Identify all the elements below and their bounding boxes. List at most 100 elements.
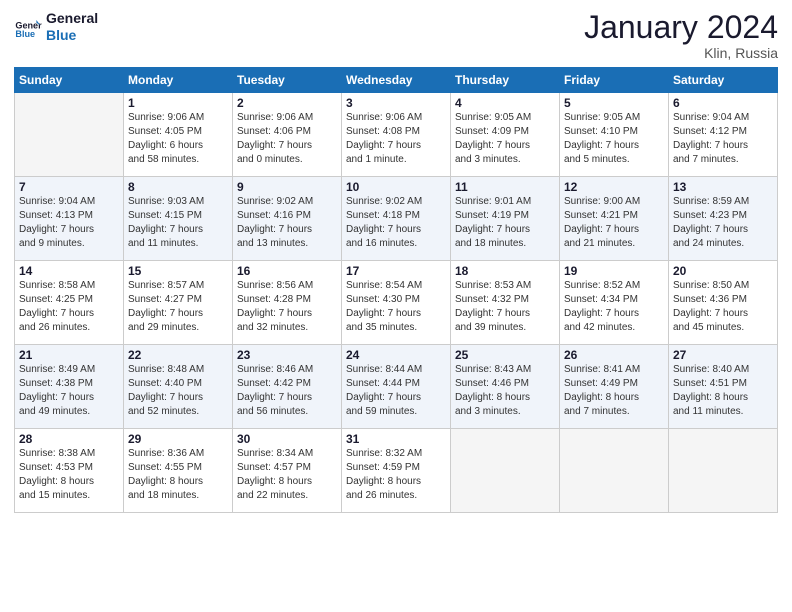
- day-detail: Sunrise: 8:57 AMSunset: 4:27 PMDaylight:…: [128, 279, 228, 335]
- table-row: 12Sunrise: 9:00 AMSunset: 4:21 PMDayligh…: [560, 177, 669, 261]
- day-detail: Sunrise: 9:05 AMSunset: 4:09 PMDaylight:…: [455, 111, 555, 167]
- day-detail: Sunrise: 8:43 AMSunset: 4:46 PMDaylight:…: [455, 363, 555, 419]
- table-row: [15, 93, 124, 177]
- page: General Blue General Blue January 2024 K…: [0, 0, 792, 612]
- day-detail: Sunrise: 8:58 AMSunset: 4:25 PMDaylight:…: [19, 279, 119, 335]
- table-row: 6Sunrise: 9:04 AMSunset: 4:12 PMDaylight…: [669, 93, 778, 177]
- day-detail: Sunrise: 8:50 AMSunset: 4:36 PMDaylight:…: [673, 279, 773, 335]
- title-block: January 2024 Klin, Russia: [584, 10, 778, 61]
- logo-general: General: [46, 10, 98, 27]
- day-number: 26: [564, 348, 664, 362]
- table-row: 28Sunrise: 8:38 AMSunset: 4:53 PMDayligh…: [15, 429, 124, 513]
- day-detail: Sunrise: 9:05 AMSunset: 4:10 PMDaylight:…: [564, 111, 664, 167]
- day-number: 16: [237, 264, 337, 278]
- day-detail: Sunrise: 8:38 AMSunset: 4:53 PMDaylight:…: [19, 447, 119, 503]
- day-detail: Sunrise: 9:06 AMSunset: 4:06 PMDaylight:…: [237, 111, 337, 167]
- day-detail: Sunrise: 8:52 AMSunset: 4:34 PMDaylight:…: [564, 279, 664, 335]
- day-detail: Sunrise: 9:01 AMSunset: 4:19 PMDaylight:…: [455, 195, 555, 251]
- day-number: 31: [346, 432, 446, 446]
- day-detail: Sunrise: 8:44 AMSunset: 4:44 PMDaylight:…: [346, 363, 446, 419]
- day-detail: Sunrise: 8:48 AMSunset: 4:40 PMDaylight:…: [128, 363, 228, 419]
- table-row: [560, 429, 669, 513]
- day-number: 17: [346, 264, 446, 278]
- table-row: 13Sunrise: 8:59 AMSunset: 4:23 PMDayligh…: [669, 177, 778, 261]
- day-detail: Sunrise: 9:02 AMSunset: 4:16 PMDaylight:…: [237, 195, 337, 251]
- day-number: 5: [564, 96, 664, 110]
- table-row: 31Sunrise: 8:32 AMSunset: 4:59 PMDayligh…: [342, 429, 451, 513]
- table-row: [451, 429, 560, 513]
- calendar-week-row: 1Sunrise: 9:06 AMSunset: 4:05 PMDaylight…: [15, 93, 778, 177]
- day-number: 22: [128, 348, 228, 362]
- day-number: 27: [673, 348, 773, 362]
- table-row: 8Sunrise: 9:03 AMSunset: 4:15 PMDaylight…: [124, 177, 233, 261]
- table-row: 9Sunrise: 9:02 AMSunset: 4:16 PMDaylight…: [233, 177, 342, 261]
- day-detail: Sunrise: 9:03 AMSunset: 4:15 PMDaylight:…: [128, 195, 228, 251]
- day-number: 7: [19, 180, 119, 194]
- day-number: 24: [346, 348, 446, 362]
- calendar-week-row: 14Sunrise: 8:58 AMSunset: 4:25 PMDayligh…: [15, 261, 778, 345]
- day-detail: Sunrise: 8:40 AMSunset: 4:51 PMDaylight:…: [673, 363, 773, 419]
- day-header: Monday: [124, 68, 233, 93]
- table-row: 2Sunrise: 9:06 AMSunset: 4:06 PMDaylight…: [233, 93, 342, 177]
- day-number: 29: [128, 432, 228, 446]
- day-detail: Sunrise: 9:04 AMSunset: 4:13 PMDaylight:…: [19, 195, 119, 251]
- day-detail: Sunrise: 8:34 AMSunset: 4:57 PMDaylight:…: [237, 447, 337, 503]
- day-number: 13: [673, 180, 773, 194]
- logo: General Blue General Blue: [14, 10, 98, 44]
- day-header: Wednesday: [342, 68, 451, 93]
- day-detail: Sunrise: 9:04 AMSunset: 4:12 PMDaylight:…: [673, 111, 773, 167]
- logo-blue: Blue: [46, 27, 98, 44]
- table-row: 22Sunrise: 8:48 AMSunset: 4:40 PMDayligh…: [124, 345, 233, 429]
- table-row: 15Sunrise: 8:57 AMSunset: 4:27 PMDayligh…: [124, 261, 233, 345]
- table-row: 16Sunrise: 8:56 AMSunset: 4:28 PMDayligh…: [233, 261, 342, 345]
- day-number: 10: [346, 180, 446, 194]
- calendar-week-row: 7Sunrise: 9:04 AMSunset: 4:13 PMDaylight…: [15, 177, 778, 261]
- logo-icon: General Blue: [14, 13, 42, 41]
- day-number: 19: [564, 264, 664, 278]
- day-number: 28: [19, 432, 119, 446]
- day-header: Friday: [560, 68, 669, 93]
- day-detail: Sunrise: 9:06 AMSunset: 4:08 PMDaylight:…: [346, 111, 446, 167]
- day-number: 18: [455, 264, 555, 278]
- day-detail: Sunrise: 8:56 AMSunset: 4:28 PMDaylight:…: [237, 279, 337, 335]
- table-row: 18Sunrise: 8:53 AMSunset: 4:32 PMDayligh…: [451, 261, 560, 345]
- day-detail: Sunrise: 9:02 AMSunset: 4:18 PMDaylight:…: [346, 195, 446, 251]
- header: General Blue General Blue January 2024 K…: [14, 10, 778, 61]
- day-header: Tuesday: [233, 68, 342, 93]
- day-number: 1: [128, 96, 228, 110]
- day-number: 25: [455, 348, 555, 362]
- day-number: 3: [346, 96, 446, 110]
- table-row: 20Sunrise: 8:50 AMSunset: 4:36 PMDayligh…: [669, 261, 778, 345]
- day-header: Sunday: [15, 68, 124, 93]
- day-number: 12: [564, 180, 664, 194]
- day-number: 8: [128, 180, 228, 194]
- table-row: 3Sunrise: 9:06 AMSunset: 4:08 PMDaylight…: [342, 93, 451, 177]
- table-row: 23Sunrise: 8:46 AMSunset: 4:42 PMDayligh…: [233, 345, 342, 429]
- calendar-header-row: SundayMondayTuesdayWednesdayThursdayFrid…: [15, 68, 778, 93]
- table-row: 21Sunrise: 8:49 AMSunset: 4:38 PMDayligh…: [15, 345, 124, 429]
- day-number: 30: [237, 432, 337, 446]
- day-detail: Sunrise: 9:00 AMSunset: 4:21 PMDaylight:…: [564, 195, 664, 251]
- day-number: 20: [673, 264, 773, 278]
- day-number: 21: [19, 348, 119, 362]
- day-detail: Sunrise: 8:53 AMSunset: 4:32 PMDaylight:…: [455, 279, 555, 335]
- table-row: 25Sunrise: 8:43 AMSunset: 4:46 PMDayligh…: [451, 345, 560, 429]
- day-header: Saturday: [669, 68, 778, 93]
- table-row: 1Sunrise: 9:06 AMSunset: 4:05 PMDaylight…: [124, 93, 233, 177]
- table-row: 4Sunrise: 9:05 AMSunset: 4:09 PMDaylight…: [451, 93, 560, 177]
- day-header: Thursday: [451, 68, 560, 93]
- calendar-table: SundayMondayTuesdayWednesdayThursdayFrid…: [14, 67, 778, 513]
- day-number: 14: [19, 264, 119, 278]
- table-row: 14Sunrise: 8:58 AMSunset: 4:25 PMDayligh…: [15, 261, 124, 345]
- table-row: 27Sunrise: 8:40 AMSunset: 4:51 PMDayligh…: [669, 345, 778, 429]
- table-row: 30Sunrise: 8:34 AMSunset: 4:57 PMDayligh…: [233, 429, 342, 513]
- day-number: 2: [237, 96, 337, 110]
- table-row: 19Sunrise: 8:52 AMSunset: 4:34 PMDayligh…: [560, 261, 669, 345]
- day-detail: Sunrise: 9:06 AMSunset: 4:05 PMDaylight:…: [128, 111, 228, 167]
- day-number: 11: [455, 180, 555, 194]
- day-detail: Sunrise: 8:32 AMSunset: 4:59 PMDaylight:…: [346, 447, 446, 503]
- table-row: 5Sunrise: 9:05 AMSunset: 4:10 PMDaylight…: [560, 93, 669, 177]
- table-row: 11Sunrise: 9:01 AMSunset: 4:19 PMDayligh…: [451, 177, 560, 261]
- table-row: 17Sunrise: 8:54 AMSunset: 4:30 PMDayligh…: [342, 261, 451, 345]
- month-title: January 2024: [584, 10, 778, 45]
